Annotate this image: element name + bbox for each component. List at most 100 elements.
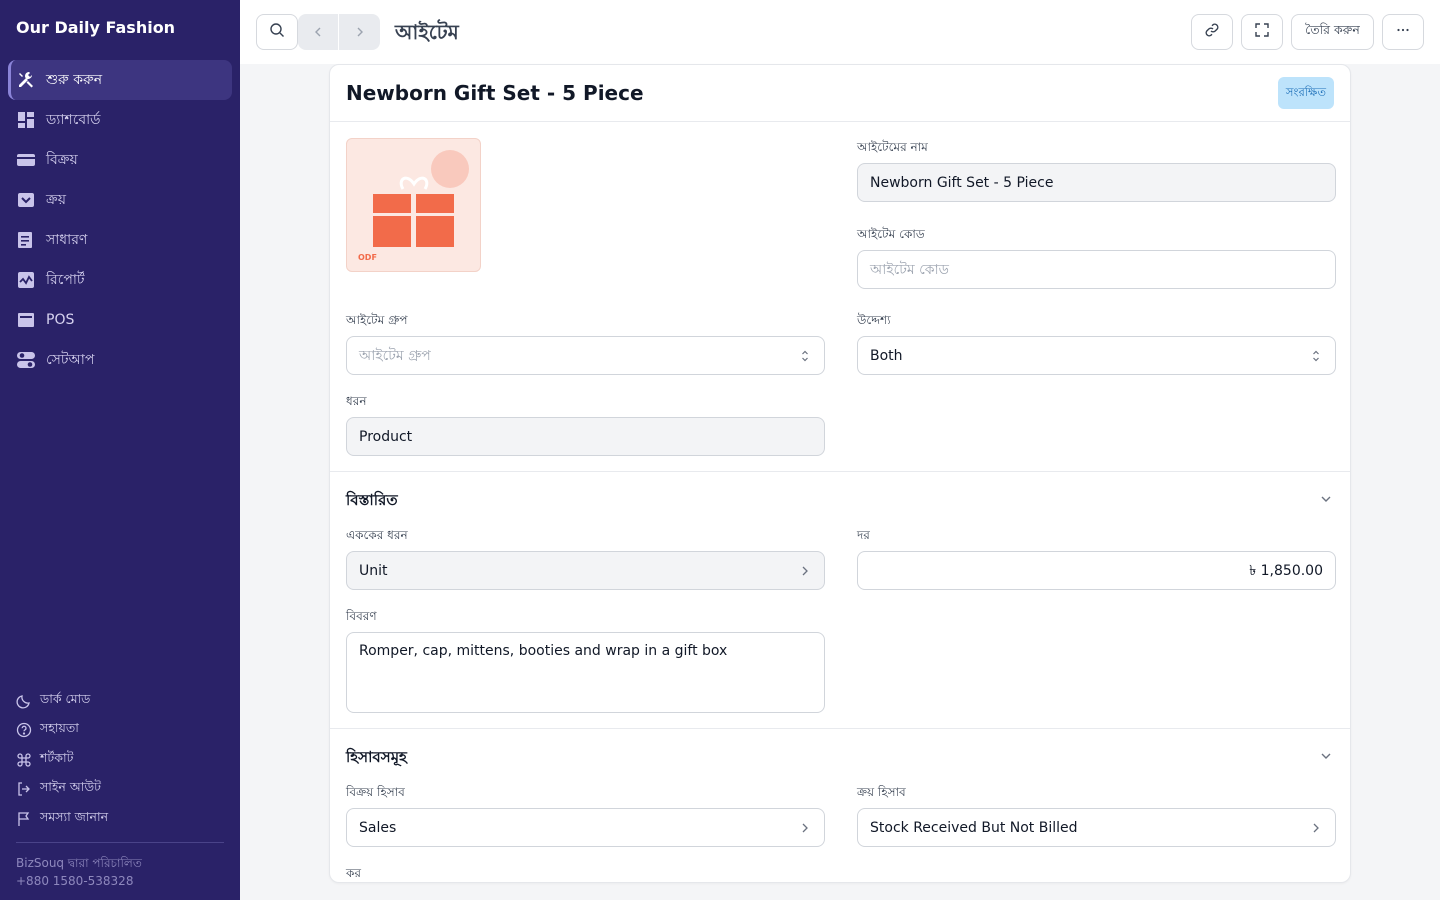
dashboard-icon [16, 110, 36, 130]
help-link[interactable]: সহায়তা [16, 716, 224, 746]
accounts-section-title: হিসাবসমূহ [346, 748, 407, 766]
divider [330, 728, 1350, 729]
chevron-down-icon[interactable] [1318, 491, 1334, 507]
sidebar-item-label: বিক্রয় [46, 152, 78, 168]
forward-button[interactable] [339, 14, 380, 50]
shortcuts-link[interactable]: শর্টকাট [16, 745, 224, 775]
dark-mode-link[interactable]: ডার্ক মোড [16, 686, 224, 716]
sidebar-nav: শুরু করুন ড্যাশবোর্ড বিক্রয় ক্রয় সাধার… [8, 60, 232, 380]
command-icon [16, 752, 32, 768]
sidebar-bottom-links: ডার্ক মোড সহায়তা শর্টকাট সাইন আউট সমস্য… [16, 686, 224, 834]
details-section-title: বিস্তারিত [346, 491, 398, 509]
report-issue-label: সমস্যা জানান [40, 808, 109, 824]
card-icon [16, 150, 36, 170]
search-button[interactable] [256, 14, 298, 50]
chevron-right-icon [798, 564, 812, 578]
status-badge: সংরক্ষিত [1277, 77, 1334, 109]
chevron-right-icon [357, 27, 363, 37]
sidebar-item-setup[interactable]: সেটআপ [8, 340, 232, 380]
description-textarea[interactable]: Romper, cap, mittens, booties and wrap i… [346, 632, 825, 713]
description-value: Romper, cap, mittens, booties and wrap i… [359, 643, 728, 659]
item-group-label: আইটেম গ্রুপ [346, 313, 408, 327]
topbar: আইটেম তৈরি করুন [240, 0, 1440, 64]
chevron-down-icon[interactable] [1318, 748, 1334, 764]
item-name-value: Newborn Gift Set - 5 Piece [870, 174, 1054, 191]
search-icon [269, 22, 285, 42]
link-icon [1204, 22, 1220, 42]
sidebar-divider [16, 842, 224, 843]
select-updown-icon [1309, 349, 1323, 363]
moon-icon [16, 693, 32, 709]
type-value: Product [359, 428, 413, 445]
rate-value: ৳ 1,850.00 [1249, 562, 1323, 579]
sidebar-item-report[interactable]: রিপোর্ট [8, 260, 232, 300]
item-name-label: আইটেমের নাম [857, 140, 928, 154]
sidebar-item-label: সাধারণ [46, 232, 88, 248]
sales-account-label: বিক্রয় হিসাব [346, 785, 405, 799]
flag-icon [16, 811, 32, 827]
report-icon [16, 270, 36, 290]
help-label: সহায়তা [40, 720, 79, 736]
report-issue-link[interactable]: সমস্যা জানান [16, 804, 224, 834]
help-icon [16, 722, 32, 738]
chevron-right-icon [1309, 821, 1323, 835]
unit-type-field[interactable]: Unit [346, 551, 825, 590]
purpose-label: উদ্দেশ্য [857, 313, 891, 327]
ledger-icon [16, 230, 36, 250]
sidebar-item-label: শুরু করুন [46, 72, 103, 88]
sidebar-item-general[interactable]: সাধারণ [8, 220, 232, 260]
create-button[interactable]: তৈরি করুন [1291, 14, 1374, 50]
type-label: ধরন [346, 394, 367, 408]
sign-out-link[interactable]: সাইন আউট [16, 775, 224, 805]
copy-link-button[interactable] [1191, 14, 1233, 50]
sales-account-field[interactable]: Sales [346, 808, 825, 847]
item-image[interactable]: ODF [346, 138, 481, 272]
purpose-select[interactable]: Both [857, 336, 1336, 375]
sidebar-item-label: POS [46, 312, 75, 328]
divider [330, 471, 1350, 472]
sidebar-item-dashboard[interactable]: ড্যাশবোর্ড [8, 100, 232, 140]
history-nav [298, 14, 380, 50]
sidebar: Our Daily Fashion শুরু করুন ড্যাশবোর্ড ব… [0, 0, 240, 900]
more-options-button[interactable] [1382, 14, 1424, 50]
page-title: আইটেম [395, 20, 459, 44]
back-button[interactable] [298, 14, 339, 50]
brand-name: Our Daily Fashion [16, 18, 176, 37]
item-name-field[interactable]: Newborn Gift Set - 5 Piece [857, 163, 1336, 202]
sidebar-item-get-started[interactable]: শুরু করুন [8, 60, 232, 100]
sidebar-item-label: ড্যাশবোর্ড [46, 112, 101, 128]
purchase-account-label: ক্রয় হিসাব [857, 785, 906, 799]
purchase-account-field[interactable]: Stock Received But Not Billed [857, 808, 1336, 847]
chevron-right-icon [798, 821, 812, 835]
item-title: Newborn Gift Set - 5 Piece [346, 81, 644, 105]
sidebar-item-label: রিপোর্ট [46, 272, 85, 288]
more-horizontal-icon [1395, 22, 1411, 42]
sidebar-item-purchase[interactable]: ক্রয় [8, 180, 232, 220]
expand-icon [1254, 22, 1270, 42]
unit-type-label: এককের ধরন [346, 528, 408, 542]
type-field[interactable]: Product [346, 417, 825, 456]
item-code-field[interactable]: আইটেম কোড [857, 250, 1336, 289]
unit-type-value: Unit [359, 562, 388, 579]
sidebar-item-sales[interactable]: বিক্রয় [8, 140, 232, 180]
powered-by-text: BizSouq দ্বারা পরিচালিত [16, 856, 142, 870]
item-group-placeholder: আইটেম গ্রুপ [359, 347, 431, 364]
toggle-icon [16, 350, 36, 370]
sidebar-item-pos[interactable]: POS [8, 300, 232, 340]
sign-out-label: সাইন আউট [40, 779, 101, 795]
purpose-value: Both [870, 347, 903, 364]
item-code-label: আইটেম কোড [857, 227, 925, 241]
sales-account-value: Sales [359, 819, 397, 836]
sidebar-footer: BizSouq দ্বারা পরিচালিত +880 1580-538328 [16, 854, 142, 890]
rate-field[interactable]: ৳ 1,850.00 [857, 551, 1336, 590]
tax-label: কর [346, 866, 361, 880]
item-group-select[interactable]: আইটেম গ্রুপ [346, 336, 825, 375]
fullscreen-button[interactable] [1241, 14, 1283, 50]
divider [330, 121, 1350, 122]
sidebar-item-label: ক্রয় [46, 192, 66, 208]
purchase-account-value: Stock Received But Not Billed [870, 819, 1078, 836]
chevron-left-icon [315, 27, 321, 37]
phone-number: +880 1580-538328 [16, 874, 134, 888]
shortcuts-label: শর্টকাট [40, 749, 74, 765]
item-code-placeholder: আইটেম কোড [870, 261, 949, 278]
